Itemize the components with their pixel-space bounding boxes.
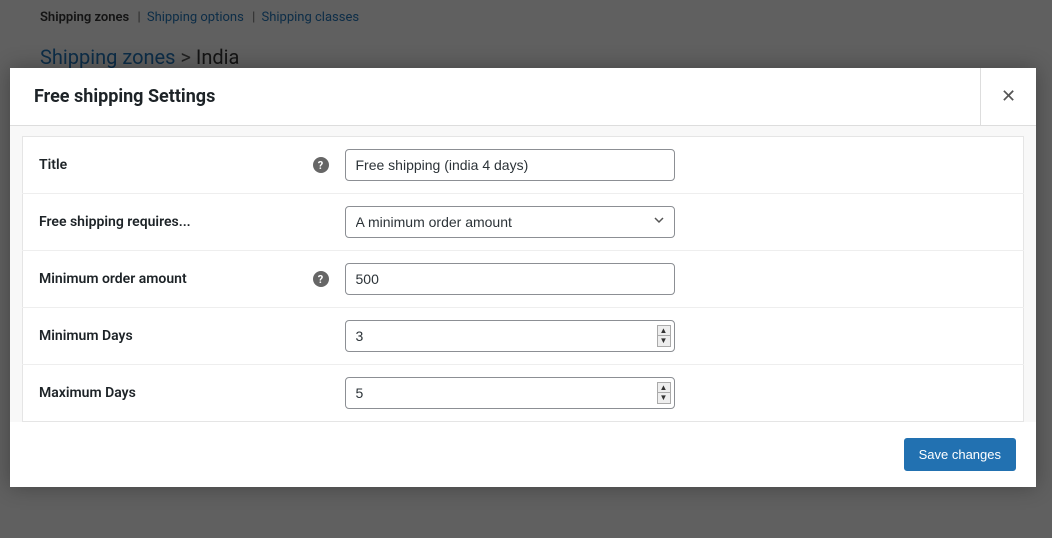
save-button[interactable]: Save changes <box>904 438 1016 471</box>
help-icon[interactable]: ? <box>313 157 329 173</box>
min-amount-input[interactable] <box>345 263 675 295</box>
min-amount-label: Minimum order amount <box>23 251 303 308</box>
max-days-input[interactable] <box>345 377 675 409</box>
min-days-input[interactable] <box>345 320 675 352</box>
number-spinner: ▲ ▼ <box>657 382 671 404</box>
spinner-up-button[interactable]: ▲ <box>658 326 670 336</box>
title-input[interactable] <box>345 149 675 181</box>
requires-select[interactable]: A minimum order amount <box>345 206 675 238</box>
spinner-down-button[interactable]: ▼ <box>658 336 670 346</box>
title-label: Title <box>23 137 303 194</box>
spinner-up-button[interactable]: ▲ <box>658 383 670 393</box>
modal-header: Free shipping Settings ✕ <box>10 68 1036 126</box>
close-button[interactable]: ✕ <box>980 68 1036 125</box>
modal-footer: Save changes <box>10 422 1036 487</box>
min-days-label: Minimum Days <box>23 308 303 365</box>
spinner-down-button[interactable]: ▼ <box>658 393 670 403</box>
close-icon: ✕ <box>1001 86 1016 107</box>
number-spinner: ▲ ▼ <box>657 325 671 347</box>
max-days-label: Maximum Days <box>23 365 303 422</box>
modal-title: Free shipping Settings <box>10 68 239 125</box>
help-icon[interactable]: ? <box>313 271 329 287</box>
settings-modal: Free shipping Settings ✕ Title ? Free sh… <box>10 68 1036 487</box>
requires-label: Free shipping requires... <box>23 194 303 251</box>
modal-body: Title ? Free shipping requires... A mini… <box>10 126 1036 422</box>
